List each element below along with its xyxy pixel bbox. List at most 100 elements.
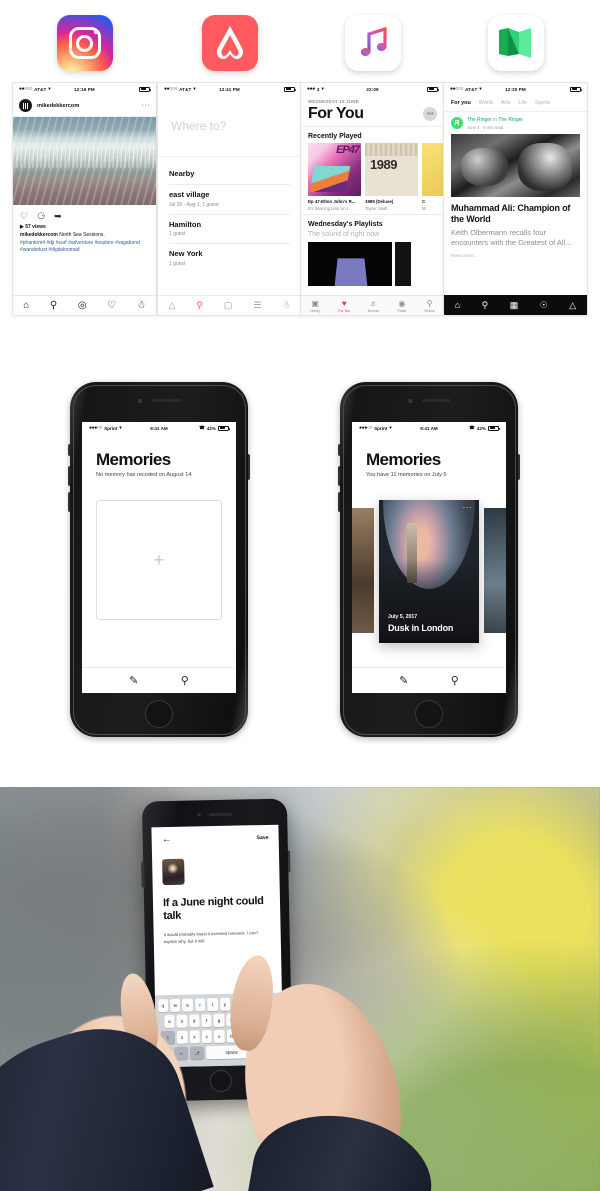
memories-carousel[interactable]: ··· July 5, 2017 Dusk in London: [352, 500, 506, 643]
tab-life[interactable]: Life: [518, 100, 527, 106]
key-c[interactable]: c: [201, 1030, 213, 1044]
airbnb-icon[interactable]: [201, 15, 258, 71]
caption-author[interactable]: mikedekkercom: [20, 232, 58, 238]
tab-for-you[interactable]: For you: [451, 100, 471, 106]
pencil-icon[interactable]: ✎: [129, 674, 138, 687]
dictation-key-icon[interactable]: ⎇: [190, 1046, 205, 1060]
key-w[interactable]: w: [169, 998, 181, 1013]
carousel-card-previous[interactable]: [352, 508, 374, 633]
read-more-link[interactable]: Read more...: [444, 248, 587, 258]
playlist-row[interactable]: [301, 241, 444, 286]
key-z[interactable]: z: [176, 1030, 188, 1044]
medium-screenshot[interactable]: ●●○○○ AT&T ▾ 12:20 PM For you World Arts L…: [443, 82, 588, 316]
note-body[interactable]: It would probably boast it invented roma…: [153, 921, 280, 946]
article-title[interactable]: Muhammad Ali: Champion of the World: [444, 197, 587, 225]
album-row[interactable]: Ep 47-Elton John's R... It's dancing tim…: [301, 143, 444, 211]
home-icon[interactable]: ⌂: [455, 300, 460, 310]
key-f[interactable]: f: [201, 1014, 212, 1028]
tab-for-you[interactable]: ♥ For You: [338, 299, 350, 313]
power-button[interactable]: [287, 850, 291, 873]
home-button[interactable]: [209, 1069, 232, 1093]
article-hero-image-boxing[interactable]: [451, 134, 580, 197]
explore-icon[interactable]: △: [168, 300, 175, 311]
share-icon[interactable]: ➥: [54, 212, 62, 221]
key-a[interactable]: a: [164, 1014, 175, 1029]
volume-up-button[interactable]: [68, 466, 71, 486]
key-d[interactable]: d: [188, 1014, 200, 1028]
power-button[interactable]: [517, 454, 520, 480]
home-button[interactable]: [415, 700, 443, 728]
post-photo-ocean[interactable]: [13, 117, 156, 205]
search-icon[interactable]: ⚲: [196, 300, 203, 311]
album-card[interactable]: 1989 (Deluxe) Taylor Swift: [365, 143, 418, 211]
heart-icon[interactable]: ♡: [20, 212, 28, 221]
pencil-icon[interactable]: ✎: [399, 674, 408, 687]
album-card[interactable]: C M: [422, 143, 444, 211]
cover-thumbnail[interactable]: [162, 858, 185, 886]
trips-icon[interactable]: ☰: [253, 300, 261, 311]
key-x[interactable]: x: [189, 1030, 200, 1044]
apple-music-icon[interactable]: [344, 15, 401, 71]
silent-switch[interactable]: [338, 444, 341, 456]
bell-icon[interactable]: ☉: [540, 300, 548, 311]
avatar[interactable]: [19, 99, 32, 112]
key-g[interactable]: g: [213, 1013, 225, 1028]
profile-icon[interactable]: ☃: [282, 300, 290, 311]
bookmark-icon[interactable]: ▦: [510, 300, 519, 311]
key-y[interactable]: y: [219, 997, 231, 1011]
more-options-icon[interactable]: ···: [142, 102, 151, 109]
playlist-card-partial[interactable]: [395, 241, 411, 286]
byline-names[interactable]: The Ringer in The Ringer: [467, 117, 523, 124]
tab-world[interactable]: World: [479, 100, 493, 106]
instagram-icon[interactable]: [56, 15, 113, 71]
save-button[interactable]: Save: [256, 835, 268, 841]
airbnb-screenshot[interactable]: ●●○○○ AT&T ▾ 12:41 PM Where to? Nearby eas…: [157, 82, 302, 316]
add-memory-placeholder[interactable]: +: [96, 500, 222, 620]
search-icon[interactable]: ⚲: [482, 300, 489, 311]
note-title[interactable]: If a June night could talk: [153, 883, 281, 924]
carousel-card-next[interactable]: [484, 508, 506, 633]
tab-library[interactable]: ▣ Library: [310, 299, 320, 313]
key-t[interactable]: t: [207, 998, 218, 1012]
card-menu-icon[interactable]: ···: [463, 504, 473, 512]
instagram-screenshot[interactable]: ●●○○○ AT&T ▾ 12:16 PM mikedekkercom ··· ♡ …: [12, 82, 157, 316]
messages-icon[interactable]: ▢: [224, 300, 233, 311]
heart-icon[interactable]: ♡: [107, 300, 116, 311]
power-button[interactable]: [247, 454, 250, 480]
comment-icon[interactable]: ⚆: [37, 212, 45, 221]
album-card[interactable]: Ep 47-Elton John's R... It's dancing tim…: [308, 143, 361, 211]
apple-music-screenshot[interactable]: ●●● 3 ▾ 22:09 WEDNESDAY 15 JUNE For You AH…: [300, 82, 445, 316]
home-button[interactable]: [145, 700, 173, 728]
profile-icon[interactable]: ☃: [137, 300, 146, 311]
camera-icon[interactable]: ◎: [78, 300, 87, 311]
device-screen[interactable]: ●●●○○ Sprint ▾ 9:41 AM ☎ 42% Memories No me…: [82, 422, 236, 693]
list-item[interactable]: Hamilton 1 guest: [169, 213, 290, 244]
list-item[interactable]: east village Jul 30 - Aug 1, 1 guest: [169, 184, 290, 214]
caption-hashtags[interactable]: #phantom4 #dji #surf #adventure #explore…: [20, 240, 149, 255]
tab-radio[interactable]: ◉ Radio: [397, 299, 406, 313]
memory-card[interactable]: ··· July 5, 2017 Dusk in London: [379, 500, 479, 643]
volume-down-button[interactable]: [338, 492, 341, 512]
volume-buttons[interactable]: [141, 861, 145, 888]
tab-sports[interactable]: Sports: [535, 100, 551, 106]
back-arrow-icon[interactable]: ←: [162, 834, 172, 845]
tab-browse[interactable]: ♬ Browse: [368, 299, 379, 313]
tab-arts[interactable]: Arts: [501, 100, 511, 106]
tab-search[interactable]: ⚲ Search: [424, 299, 435, 313]
medium-icon[interactable]: [487, 15, 544, 71]
volume-down-button[interactable]: [68, 492, 71, 512]
playlist-card[interactable]: [308, 241, 392, 286]
key-v[interactable]: v: [213, 1029, 225, 1044]
avatar[interactable]: AH: [423, 106, 437, 121]
key-q[interactable]: q: [157, 999, 169, 1013]
profile-icon[interactable]: △: [569, 300, 576, 311]
home-icon[interactable]: ⌂: [23, 300, 29, 311]
publication-avatar[interactable]: R: [451, 117, 463, 129]
key-e[interactable]: e: [182, 998, 194, 1012]
device-screen[interactable]: ●●●○○ Sprint ▾ 9:41 AM ☎ 42% Memories You h…: [352, 422, 506, 693]
key-r[interactable]: r: [194, 998, 206, 1012]
post-username[interactable]: mikedekkercom: [37, 103, 142, 109]
search-input[interactable]: Where to?: [158, 95, 301, 157]
key-s[interactable]: s: [176, 1014, 188, 1028]
search-icon[interactable]: ⚲: [451, 674, 459, 687]
